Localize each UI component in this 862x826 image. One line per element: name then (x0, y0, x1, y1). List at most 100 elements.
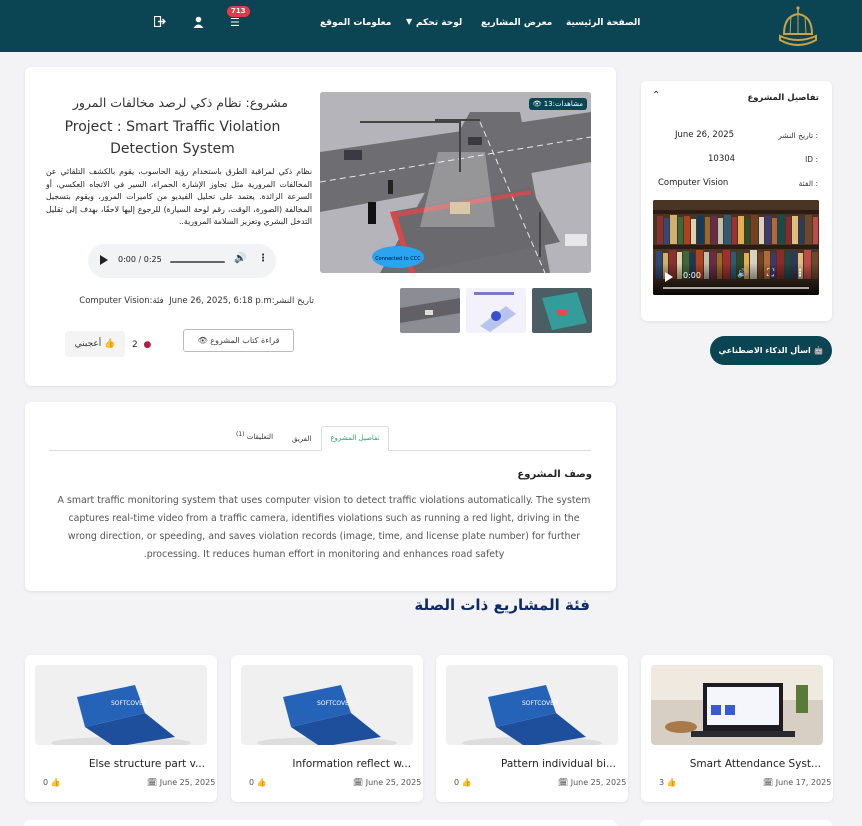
next-card-edge (640, 820, 832, 826)
comment-dot-icon: ● (143, 340, 152, 350)
sidebar-video-player[interactable]: 0:00 🔊 ⛶ ⋮ (653, 200, 819, 295)
related-card-2[interactable]: SOFTCOVER Pattern individual bi... 0 👍 🗓… (436, 655, 628, 802)
category-label: فئة: (149, 296, 164, 306)
site-logo-icon[interactable] (772, 4, 824, 46)
sidebar-category-label: الفئة : (798, 179, 818, 188)
ask-ai-button[interactable]: اسأل الذكاء الاصطناعي 🤖 (710, 336, 832, 365)
related-card-image: SOFTCOVER (241, 665, 413, 745)
volume-icon[interactable]: 🔊 (234, 253, 246, 264)
date: 🗓 June 25, 2025 (353, 778, 421, 787)
likes: 3 👍 (659, 778, 677, 787)
read-book-label: قراءة كتاب المشروع (210, 336, 280, 345)
comments-counter: 2 ● (132, 340, 151, 350)
tasks-list-icon[interactable]: ☰ (230, 16, 240, 30)
likes: 0 👍 (454, 778, 472, 787)
related-card-title[interactable]: Information reflect w... (241, 758, 411, 770)
related-card-image (651, 665, 823, 745)
project-thumbnail-3[interactable] (532, 288, 592, 333)
related-projects-heading: فئة المشاريع ذات الصلة (414, 596, 590, 614)
project-meta: تاريخ النشر:June 26, 2025, 6:18 p.m فئة:… (52, 296, 314, 306)
logout-icon[interactable] (153, 15, 166, 31)
related-card-title[interactable]: Smart Attendance Syst... (651, 758, 821, 770)
tab-project-details[interactable]: تفاصيل المشروع (321, 426, 389, 451)
play-icon[interactable] (100, 255, 108, 265)
nav-home[interactable]: الصفحة الرئيسية (566, 18, 640, 28)
audio-time: 0:00 / 0:25 (118, 255, 162, 264)
video-time: 0:00 (683, 271, 701, 280)
project-title-english: Project : Smart Traffic Violation Detect… (64, 119, 281, 157)
related-card-image: SOFTCOVER (446, 665, 618, 745)
video-play-icon[interactable] (665, 272, 673, 282)
book-mockup-text: SOFTCOVER (111, 700, 147, 707)
date-text: June 25, 2025 (365, 778, 422, 787)
views-count: 13 (543, 100, 553, 108)
date-text: June 25, 2025 (570, 778, 627, 787)
calendar-icon: 🗓 (353, 778, 364, 787)
calendar-icon: 🗓 (147, 778, 158, 787)
related-card-title[interactable]: Else structure part v... (35, 758, 205, 770)
category-value: Computer Vision (79, 296, 150, 306)
project-description-arabic: نظام ذكي لمراقبة الطرق باستخدام رؤية الح… (46, 167, 312, 226)
calendar-icon: 🗓 (558, 778, 569, 787)
nav-dashboard[interactable]: لوحة تحكم (416, 18, 462, 28)
notifications-badge: 713 (227, 6, 250, 17)
sidebar-id-label: ID : (805, 155, 818, 164)
project-title-arabic: مشروع: نظام ذكي لرصد مخالفات المرور (72, 95, 288, 110)
read-project-book-button[interactable]: 👁 قراءة كتاب المشروع (183, 329, 294, 352)
fullscreen-icon[interactable]: ⛶ (767, 268, 774, 279)
comments-tab-count: (1) (236, 431, 245, 438)
nav-projects-gallery[interactable]: معرض المشاريع (481, 18, 552, 28)
more-options-icon[interactable]: ⋮ (258, 253, 268, 264)
audio-progress-bar[interactable] (170, 261, 225, 263)
sidebar-title: تفاصيل المشروع (747, 93, 819, 103)
sidebar-category-value: Computer Vision (658, 178, 729, 188)
date-value: June 26, 2025, 6:18 p.m (169, 296, 272, 306)
like-button[interactable]: أعجبني 👍 (65, 331, 125, 357)
ask-ai-label: اسأل الذكاء الاصطناعي (718, 346, 811, 355)
thumbs-up-icon: 👍 (104, 339, 116, 349)
like-hand-icon: 👍 (256, 778, 267, 787)
chevron-up-icon[interactable]: ⌃ (652, 90, 660, 101)
related-card-1[interactable]: Smart Attendance Syst... 3 👍 🗓 June 17, … (641, 655, 833, 802)
like-label: أعجبني (74, 339, 102, 349)
related-card-image: SOFTCOVER (35, 665, 207, 745)
book-mockup-text: SOFTCOVER (522, 700, 558, 707)
project-thumbnail-1[interactable] (400, 288, 460, 333)
project-thumbnail-2[interactable] (466, 288, 526, 333)
video-volume-icon[interactable]: 🔊 (737, 269, 748, 279)
robot-icon: 🤖 (813, 346, 824, 355)
related-card-title[interactable]: Pattern individual bi... (446, 758, 616, 770)
likes-count: 0 (43, 778, 49, 787)
video-controls: 0:00 🔊 ⛶ ⋮ (653, 263, 819, 295)
tab-team[interactable]: الفريق (292, 435, 311, 443)
audio-player[interactable]: 0:00 / 0:25 🔊 ⋮ (88, 244, 276, 278)
description-heading: وصف المشروع (517, 469, 592, 480)
like-hand-icon: 👍 (666, 778, 677, 787)
user-icon[interactable] (193, 16, 204, 32)
date-text: June 17, 2025 (775, 778, 832, 787)
comments-count: 2 (132, 340, 138, 350)
date: 🗓 June 17, 2025 (763, 778, 831, 787)
views-label: مشاهدات: (552, 100, 583, 108)
date: 🗓 June 25, 2025 (558, 778, 626, 787)
tabs-divider (49, 450, 591, 451)
date-label: تاريخ النشر: (271, 296, 314, 306)
nav-site-info[interactable]: معلومات الموقع (320, 18, 391, 28)
likes-count: 0 (454, 778, 460, 787)
calendar-icon: 🗓 (763, 778, 774, 787)
related-card-4[interactable]: SOFTCOVER Else structure part v... 0 👍 🗓… (25, 655, 217, 802)
sidebar-date-label: تاريخ النشر : (778, 131, 818, 140)
tab-comments[interactable]: التعليقات (1) (236, 431, 274, 441)
video-more-icon[interactable]: ⋮ (795, 268, 805, 279)
project-main-image[interactable]: Connected to CCC 👁 مشاهدات:13 (320, 92, 591, 273)
description-text: A smart traffic monitoring system that u… (57, 495, 591, 560)
sidebar-id-value: 10304 (708, 154, 736, 164)
related-card-3[interactable]: SOFTCOVER Information reflect w... 0 👍 🗓… (231, 655, 423, 802)
chevron-down-icon: ▼ (406, 17, 413, 26)
comments-tab-label: التعليقات (246, 433, 274, 441)
like-hand-icon: 👍 (50, 778, 61, 787)
date: 🗓 June 25, 2025 (147, 778, 215, 787)
like-hand-icon: 👍 (461, 778, 472, 787)
video-progress-bar[interactable] (663, 287, 809, 289)
views-badge: 👁 مشاهدات:13 (528, 98, 587, 110)
